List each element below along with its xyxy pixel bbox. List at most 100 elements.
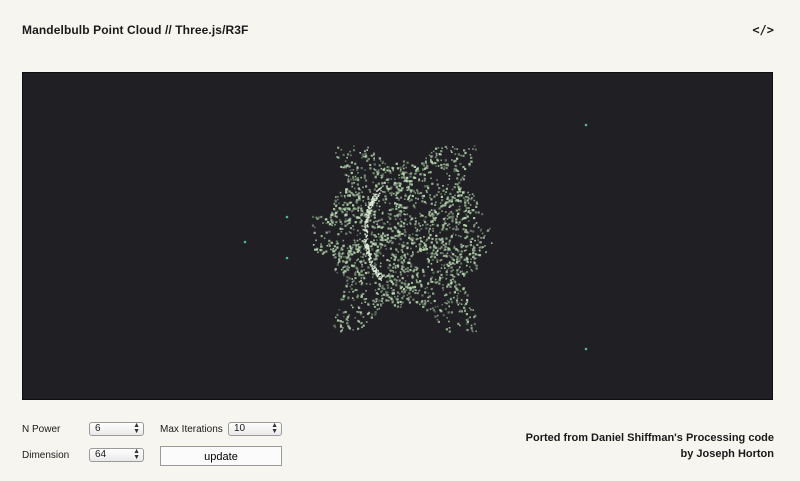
cloud-point <box>458 310 461 313</box>
cloud-point <box>459 254 462 257</box>
cloud-point <box>448 200 451 203</box>
cloud-point <box>415 221 417 223</box>
cloud-point <box>367 219 369 221</box>
cloud-point <box>389 227 393 230</box>
cloud-point <box>362 212 365 214</box>
cloud-point <box>345 285 348 288</box>
max-iterations-label: Max Iterations <box>160 424 223 435</box>
cloud-point <box>480 228 482 231</box>
cloud-point <box>470 327 473 330</box>
cloud-point <box>357 270 359 273</box>
cloud-point <box>457 200 460 203</box>
cloud-point <box>478 241 481 244</box>
cloud-point <box>463 198 467 202</box>
cloud-point <box>386 284 389 287</box>
stray-point <box>285 256 289 260</box>
cloud-point <box>376 223 378 225</box>
cloud-point <box>397 259 400 262</box>
dimension-select[interactable]: 64 ▲ ▼ <box>89 448 144 462</box>
cloud-point <box>442 252 444 254</box>
cloud-point <box>426 185 429 188</box>
max-iterations-select[interactable]: 10 ▲ ▼ <box>228 422 282 436</box>
page-title: Mandelbulb Point Cloud // Three.js/R3F <box>22 23 249 37</box>
cloud-point <box>335 152 337 154</box>
cloud-point <box>468 148 470 150</box>
cloud-point <box>335 243 338 245</box>
cloud-point <box>391 230 394 233</box>
cloud-point <box>373 163 376 166</box>
cloud-point <box>440 159 442 162</box>
cloud-point <box>428 227 431 230</box>
cloud-point <box>431 162 434 165</box>
cloud-point <box>351 281 354 283</box>
cloud-point <box>424 291 427 294</box>
cloud-point <box>409 295 412 298</box>
cloud-point <box>340 223 343 226</box>
cloud-point <box>429 214 432 217</box>
n-power-select[interactable]: 6 ▲ ▼ <box>89 422 144 436</box>
cloud-point <box>419 283 422 286</box>
cloud-point <box>349 169 352 171</box>
cloud-point <box>451 212 454 215</box>
cloud-point <box>349 178 352 181</box>
mandelbulb-render[interactable] <box>23 73 773 400</box>
cloud-point <box>337 196 339 198</box>
cloud-point <box>471 193 474 195</box>
cloud-point <box>344 196 346 199</box>
cloud-point <box>395 203 398 206</box>
cloud-point <box>424 161 427 164</box>
cloud-point <box>440 195 443 198</box>
cloud-point <box>466 320 469 323</box>
cloud-point <box>362 253 365 256</box>
cloud-point <box>458 205 461 208</box>
cloud-point <box>365 249 367 251</box>
cloud-point <box>448 320 450 323</box>
cloud-point <box>372 203 375 205</box>
cloud-point <box>460 154 462 157</box>
cloud-point <box>465 259 468 262</box>
cloud-point <box>379 243 382 246</box>
source-code-link[interactable]: </> <box>752 23 774 37</box>
cloud-point <box>436 158 439 161</box>
cloud-point <box>442 289 445 291</box>
cloud-point <box>344 165 346 168</box>
cloud-point <box>380 279 382 281</box>
cloud-point <box>421 294 424 297</box>
cloud-point <box>408 180 411 183</box>
cloud-point <box>445 270 448 273</box>
cloud-point <box>371 266 373 269</box>
cloud-point <box>471 248 474 250</box>
update-button[interactable]: update <box>160 446 282 466</box>
cloud-point <box>370 316 373 319</box>
cloud-point <box>332 253 335 257</box>
cloud-point <box>427 171 430 174</box>
cloud-point <box>345 220 348 222</box>
cloud-point <box>381 289 384 292</box>
cloud-point <box>387 190 390 192</box>
cloud-point <box>399 218 401 220</box>
cloud-point <box>381 284 384 288</box>
cloud-point <box>455 287 458 290</box>
cloud-point <box>374 311 377 314</box>
cloud-point <box>423 303 426 306</box>
cloud-point <box>375 298 378 301</box>
cloud-point <box>332 220 335 223</box>
cloud-point <box>367 197 370 200</box>
cloud-point <box>382 160 385 163</box>
cloud-point <box>466 299 469 302</box>
point-cloud-viewport[interactable] <box>22 72 773 400</box>
cloud-point <box>444 145 447 148</box>
cloud-point <box>366 238 369 240</box>
cloud-point <box>376 239 378 241</box>
cloud-point <box>444 267 446 269</box>
cloud-point <box>414 173 416 175</box>
cloud-point <box>345 232 348 235</box>
cloud-point <box>338 309 341 311</box>
cloud-point <box>337 253 340 256</box>
cloud-point <box>384 195 387 198</box>
cloud-point <box>412 276 415 278</box>
cloud-point <box>473 224 476 227</box>
cloud-point <box>408 301 411 304</box>
stray-point <box>584 347 588 351</box>
cloud-point <box>424 243 427 247</box>
